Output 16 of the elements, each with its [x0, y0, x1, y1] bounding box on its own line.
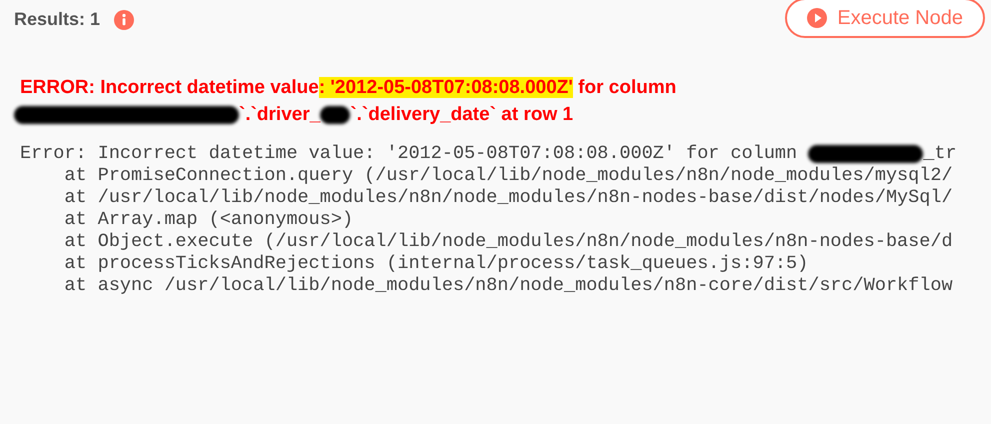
- stack-trace-line: at Array.map (<anonymous>): [63, 209, 354, 231]
- redaction-mark: [320, 106, 350, 124]
- error-heading: `.`delivery_date` at row 1: [350, 103, 574, 127]
- stack-trace-line: at Object.execute (/usr/local/lib/node_modules/n8n/node_modules/n8n-nodes-base/d: [63, 231, 953, 253]
- stack-trace-line: at /usr/local/lib/node_modules/n8n/node_modules/n8n-nodes-base/dist/nodes/MySql/: [63, 187, 953, 209]
- info-icon: [114, 10, 134, 30]
- error-heading: `.`driver_: [239, 103, 320, 127]
- stack-trace-line: at PromiseConnection.query (/usr/local/lib/node_modules/n8n/node_modules/mysql2/: [63, 165, 953, 187]
- stack-trace-line: at processTicksAndRejections (internal/process/task_queues.js:97:5): [63, 253, 808, 275]
- stack-trace-line: at async /usr/local/lib/node_modules/n8n/node_modules/n8n-core/dist/src/Workflow: [63, 275, 953, 297]
- play-icon: [807, 8, 828, 28]
- error-heading: ERROR: Incorrect datetime value: '2012-05-08T07:08:08.000Z' for column: [20, 76, 676, 100]
- stack-trace-line: Error: Incorrect datetime value: '2012-05-08T07:08:08.000Z' for column: [20, 143, 798, 165]
- stack-trace-line: _tr: [923, 143, 957, 165]
- results-label: Results: 1: [14, 8, 100, 31]
- execute-node-button[interactable]: Execute Node: [785, 0, 985, 38]
